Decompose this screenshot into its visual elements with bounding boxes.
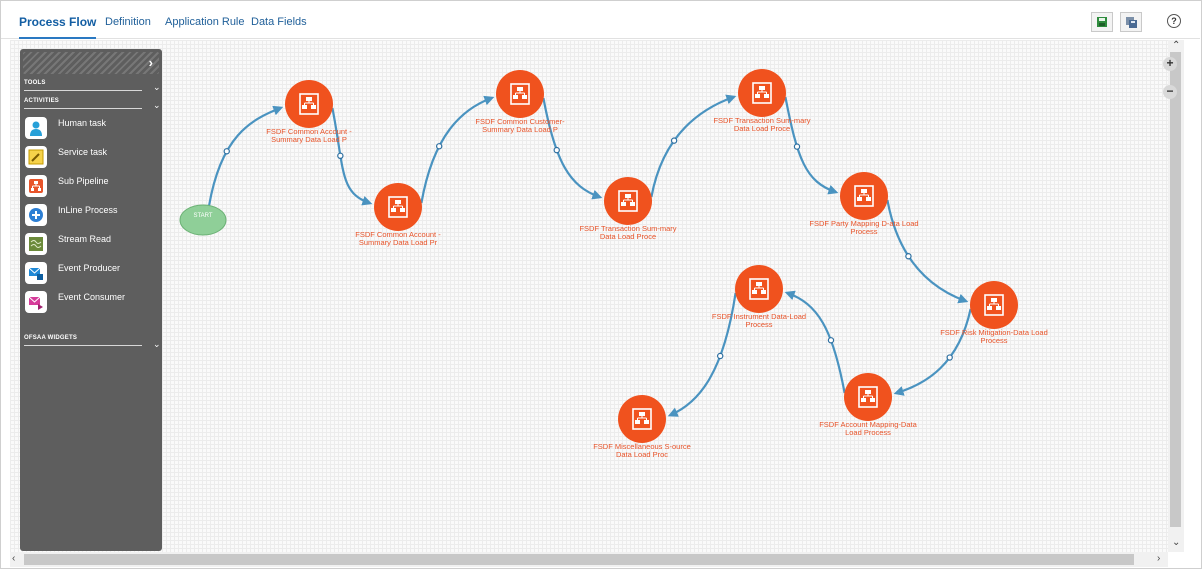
save-button[interactable] xyxy=(1091,12,1113,32)
sub-pipeline-node-n7[interactable] xyxy=(970,281,1018,329)
stream-read-icon xyxy=(25,233,47,255)
vertical-scroll-thumb[interactable] xyxy=(1170,52,1181,527)
chevron-down-icon[interactable]: ⌄ xyxy=(153,82,161,93)
sub-pipeline-icon xyxy=(25,175,47,197)
palette-item-label: Event Producer xyxy=(58,263,121,273)
palette-item-sub-pipeline[interactable]: Sub Pipeline xyxy=(23,173,157,199)
tab-bar: Process Flow Definition Application Rule… xyxy=(1,1,1200,39)
node-label: FSDF Risk Mitigation-Data Load Process xyxy=(940,328,1048,345)
palette-item-label: Human task xyxy=(58,118,107,128)
palette-item-inline-process[interactable]: InLine Process xyxy=(23,202,157,228)
scroll-left-icon[interactable]: ‹ xyxy=(12,553,15,564)
node-label: FSDF Miscellaneous S-ource Data Load Pro… xyxy=(593,442,691,459)
node-label: FSDF Transaction Sum-mary Data Load Proc… xyxy=(713,116,811,133)
palette-item-label: Service task xyxy=(58,147,108,157)
save-as-button[interactable] xyxy=(1120,12,1142,32)
start-node[interactable] xyxy=(179,204,227,236)
chevron-down-icon[interactable]: ⌄ xyxy=(153,100,161,111)
palette-item-service-task[interactable]: Service task xyxy=(23,144,157,170)
node-label: FSDF Instrument Data-Load Process xyxy=(711,312,807,329)
zoom-out-icon[interactable]: − xyxy=(1163,85,1177,99)
zoom-in-icon[interactable]: + xyxy=(1163,57,1177,71)
section-activities[interactable]: ACTIVITIES xyxy=(24,95,142,109)
palette-item-label: Stream Read xyxy=(58,234,112,244)
help-icon[interactable]: ? xyxy=(1167,14,1181,28)
palette-item-event-producer[interactable]: Event Producer xyxy=(23,260,157,286)
sub-pipeline-node-n9[interactable] xyxy=(735,265,783,313)
node-label: FSDF Account Mapping-Data Load Process xyxy=(819,420,917,437)
scroll-down-icon[interactable]: ⌄ xyxy=(1172,537,1180,548)
sub-pipeline-node-n1[interactable] xyxy=(285,80,333,128)
event-producer-icon xyxy=(25,262,47,284)
palette-item-label: InLine Process xyxy=(58,205,118,215)
sub-pipeline-node-n4[interactable] xyxy=(604,177,652,225)
tab-process-flow[interactable]: Process Flow xyxy=(19,1,97,39)
sub-pipeline-node-n10[interactable] xyxy=(618,395,666,443)
palette-item-stream-read[interactable]: Stream Read xyxy=(23,231,157,257)
node-label: FSDF Common Customer-Summary Data Load P xyxy=(475,117,565,134)
sub-pipeline-node-n6[interactable] xyxy=(840,172,888,220)
event-consumer-icon xyxy=(25,291,47,313)
save-icon xyxy=(1097,17,1107,27)
palette-item-human-task[interactable]: Human task xyxy=(23,115,157,141)
inline-process-icon xyxy=(25,204,47,226)
activity-palette: › TOOLS ⌄ ACTIVITIES ⌄ Human task Servic… xyxy=(20,49,162,551)
scroll-right-icon[interactable]: › xyxy=(1157,553,1160,564)
palette-item-event-consumer[interactable]: Event Consumer xyxy=(23,289,157,315)
human-task-icon xyxy=(25,117,47,139)
scroll-up-icon[interactable]: ⌃ xyxy=(1172,40,1180,51)
tab-definition[interactable]: Definition xyxy=(105,1,151,39)
service-task-icon xyxy=(25,146,47,168)
node-label: FSDF Party Mapping D-ata Load Process xyxy=(809,219,919,236)
sub-pipeline-node-n5[interactable] xyxy=(738,69,786,117)
sub-pipeline-node-n2[interactable] xyxy=(374,183,422,231)
palette-item-label: Event Consumer xyxy=(58,292,126,302)
horizontal-scroll-thumb[interactable] xyxy=(24,554,1134,565)
node-label: FSDF Common Account - Summary Data Load … xyxy=(266,127,352,144)
save-as-icon xyxy=(1125,16,1137,28)
chevron-down-icon[interactable]: ⌄ xyxy=(153,339,161,350)
section-ofsaa-widgets[interactable]: OFSAA WIDGETS xyxy=(24,332,142,346)
node-label: FSDF Common Account - Summary Data Load … xyxy=(355,230,441,247)
palette-header: › xyxy=(23,52,159,74)
collapse-palette-icon[interactable]: › xyxy=(149,55,153,70)
palette-item-label: Sub Pipeline xyxy=(58,176,109,186)
sub-pipeline-node-n8[interactable] xyxy=(844,373,892,421)
tab-application-rule[interactable]: Application Rule xyxy=(165,1,245,39)
section-tools[interactable]: TOOLS xyxy=(24,77,142,91)
start-node-label: START xyxy=(193,213,213,219)
tab-data-fields[interactable]: Data Fields xyxy=(251,1,307,39)
node-label: FSDF Transaction Sum-mary Data Load Proc… xyxy=(579,224,677,241)
sub-pipeline-node-n3[interactable] xyxy=(496,70,544,118)
